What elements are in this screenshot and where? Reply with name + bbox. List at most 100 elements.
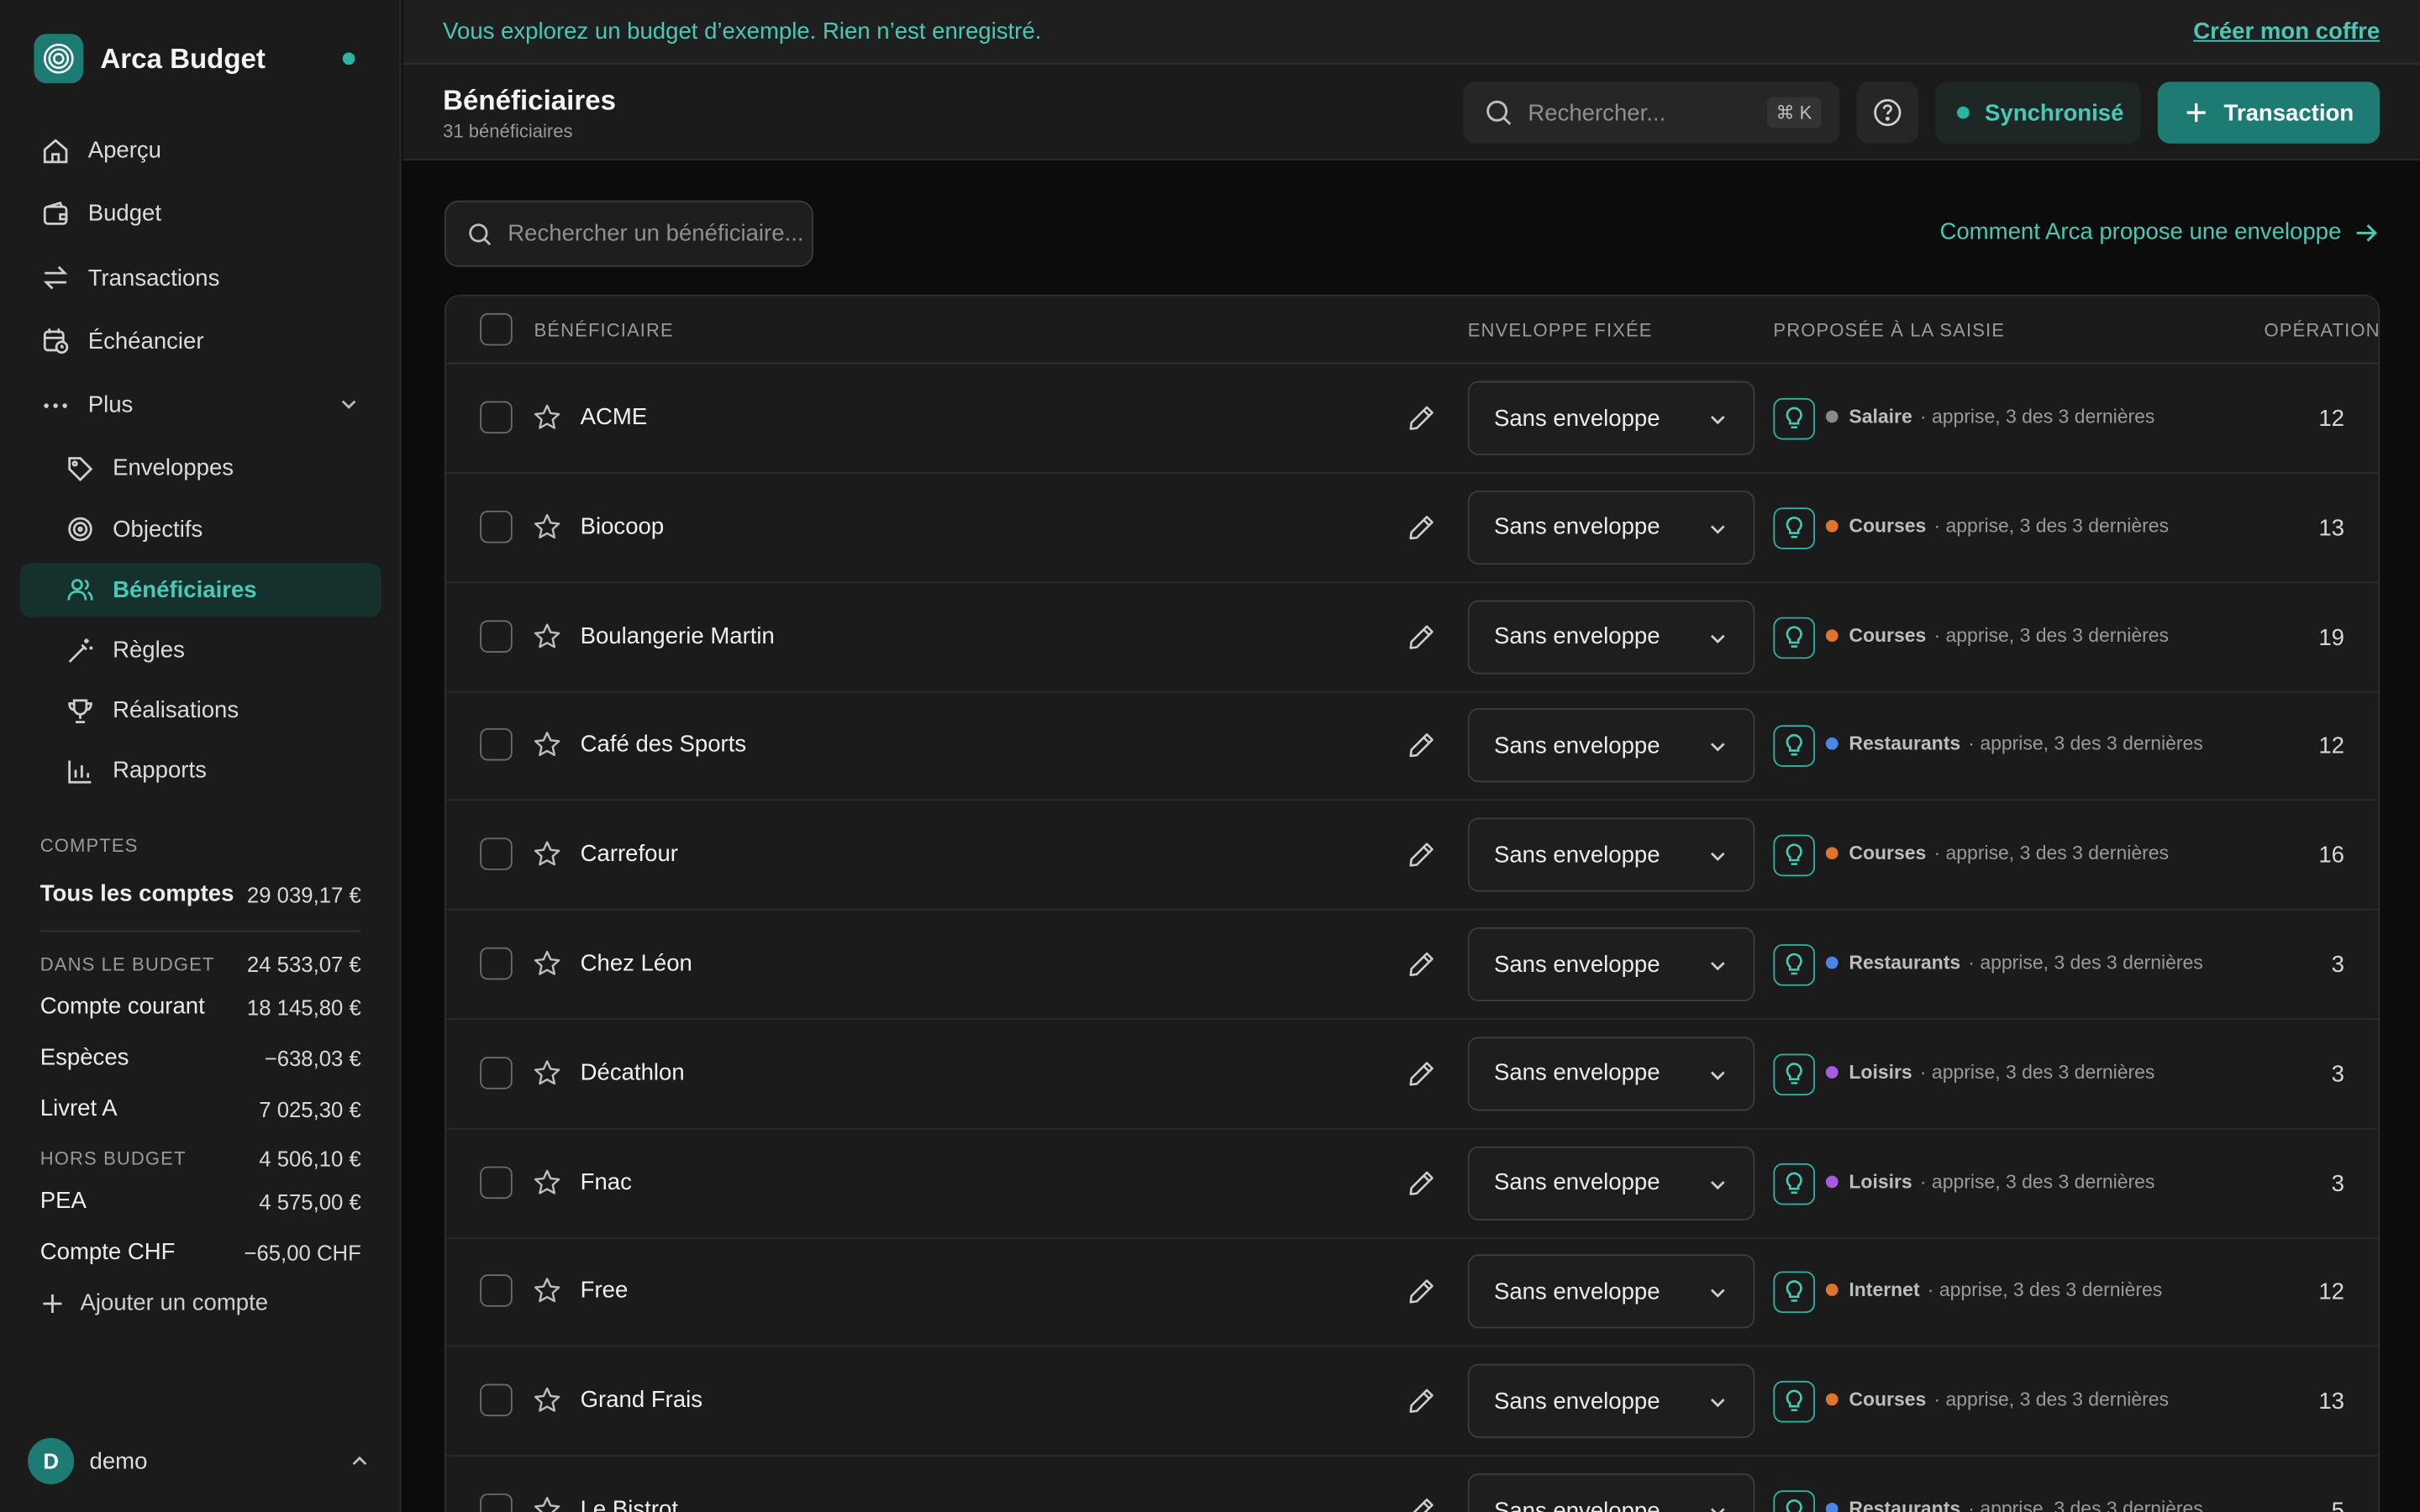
- pencil-icon[interactable]: [1406, 1168, 1437, 1199]
- lightbulb-icon[interactable]: [1773, 616, 1816, 659]
- row-checkbox[interactable]: [480, 510, 513, 543]
- table-row[interactable]: Free Sans enveloppe Internet · apprise, 3 d…: [445, 1238, 2379, 1348]
- pencil-icon[interactable]: [1406, 1277, 1437, 1308]
- star-icon[interactable]: [533, 1168, 562, 1197]
- star-icon[interactable]: [533, 730, 562, 759]
- row-checkbox[interactable]: [480, 1056, 513, 1089]
- envelope-select[interactable]: Sans enveloppe: [1467, 708, 1755, 783]
- row-checkbox[interactable]: [480, 728, 513, 762]
- envelope-select[interactable]: Sans enveloppe: [1467, 599, 1755, 674]
- lightbulb-icon[interactable]: [1773, 397, 1816, 440]
- table-row[interactable]: Biocoop Sans enveloppe Courses · apprise, 3…: [445, 474, 2379, 583]
- column-header-payee[interactable]: BÉNÉFICIAIRE: [534, 319, 674, 341]
- account-compte-chf[interactable]: Compte CHF −65,00 CHF: [40, 1239, 361, 1265]
- sidebar-item-regles[interactable]: Règles: [20, 623, 381, 677]
- pencil-icon[interactable]: [1406, 402, 1437, 433]
- row-checkbox[interactable]: [480, 837, 513, 871]
- row-checkbox[interactable]: [480, 619, 513, 653]
- row-checkbox[interactable]: [480, 1165, 513, 1199]
- add-transaction-button[interactable]: Transaction: [2157, 81, 2381, 144]
- lightbulb-icon[interactable]: [1773, 1053, 1816, 1095]
- table-row[interactable]: Le Bistrot Sans enveloppe Restaurants · app…: [446, 1457, 2379, 1512]
- lightbulb-icon[interactable]: [1773, 507, 1816, 549]
- envelope-select[interactable]: Sans enveloppe: [1467, 927, 1755, 1002]
- account-all[interactable]: Tous les comptes 29 039,17 €: [40, 881, 361, 907]
- table-row[interactable]: Grand Frais Sans enveloppe Courses · appris…: [445, 1347, 2379, 1457]
- star-icon[interactable]: [533, 1495, 562, 1512]
- select-all-checkbox[interactable]: [480, 312, 513, 346]
- account-pea[interactable]: PEA 4 575,00 €: [40, 1188, 361, 1214]
- star-icon[interactable]: [533, 1277, 562, 1306]
- sync-status-button[interactable]: Synchronisé: [1935, 81, 2141, 144]
- sidebar-item-realisations[interactable]: Réalisations: [20, 684, 381, 738]
- sidebar-item-enveloppes[interactable]: Enveloppes: [20, 442, 381, 496]
- account-livret-a[interactable]: Livret A 7 025,30 €: [40, 1095, 361, 1121]
- brand[interactable]: Arca Budget: [34, 34, 370, 84]
- sidebar-item-apercu[interactable]: Aperçu: [20, 123, 381, 177]
- row-checkbox[interactable]: [480, 1493, 513, 1512]
- sidebar-item-label: Échéancier: [87, 328, 204, 355]
- envelope-select[interactable]: Sans enveloppe: [1467, 1473, 1755, 1512]
- pencil-icon[interactable]: [1406, 730, 1437, 761]
- star-icon[interactable]: [533, 621, 562, 650]
- table-row[interactable]: Décathlon Sans enveloppe Loisirs · apprise,…: [445, 1020, 2379, 1130]
- row-checkbox[interactable]: [480, 1383, 513, 1417]
- column-header-operations[interactable]: OPÉRATIONS: [2264, 319, 2378, 341]
- global-search-input[interactable]: Rechercher... ⌘ K: [1463, 81, 1840, 144]
- sidebar-item-rapports[interactable]: Rapports: [20, 744, 381, 798]
- lightbulb-icon[interactable]: [1773, 725, 1816, 768]
- row-checkbox[interactable]: [480, 1274, 513, 1308]
- star-icon[interactable]: [533, 402, 562, 432]
- star-icon[interactable]: [533, 949, 562, 979]
- pencil-icon[interactable]: [1406, 512, 1437, 543]
- sidebar-item-echeancier[interactable]: Échéancier: [20, 314, 381, 368]
- help-button[interactable]: [1856, 81, 1919, 144]
- pencil-icon[interactable]: [1406, 621, 1437, 652]
- sidebar-item-objectifs[interactable]: Objectifs: [20, 502, 381, 556]
- pencil-icon[interactable]: [1406, 840, 1437, 871]
- star-icon[interactable]: [533, 840, 562, 869]
- table-row[interactable]: Café des Sports Sans enveloppe Restaurants…: [445, 692, 2379, 801]
- envelope-select[interactable]: Sans enveloppe: [1467, 1254, 1755, 1330]
- payee-search-input[interactable]: Rechercher un bénéficiaire...: [444, 200, 813, 267]
- lightbulb-icon[interactable]: [1773, 1381, 1816, 1423]
- pencil-icon[interactable]: [1406, 1495, 1437, 1512]
- sidebar-item-beneficiaires[interactable]: Bénéficiaires: [19, 563, 381, 617]
- table-row[interactable]: Carrefour Sans enveloppe Courses · apprise,…: [445, 801, 2379, 911]
- table-row[interactable]: ACME Sans enveloppe Salaire · apprise, 3 de…: [445, 364, 2379, 474]
- star-icon[interactable]: [533, 1058, 562, 1088]
- sidebar-item-transactions[interactable]: Transactions: [20, 251, 381, 305]
- pencil-icon[interactable]: [1406, 949, 1437, 980]
- star-icon[interactable]: [533, 512, 562, 541]
- sidebar-item-budget[interactable]: Budget: [20, 187, 381, 241]
- table-row[interactable]: Chez Léon Sans enveloppe Restaurants · appr…: [445, 911, 2379, 1021]
- row-checkbox[interactable]: [480, 947, 513, 980]
- envelope-select[interactable]: Sans enveloppe: [1467, 817, 1755, 892]
- lightbulb-icon[interactable]: [1773, 1163, 1816, 1205]
- pencil-icon[interactable]: [1406, 1386, 1437, 1417]
- envelope-select[interactable]: Sans enveloppe: [1467, 490, 1755, 564]
- column-header-suggested[interactable]: PROPOSÉE À LA SAISIE: [1773, 319, 2005, 341]
- account-especes[interactable]: Espèces −638,03 €: [40, 1044, 361, 1070]
- envelope-select[interactable]: Sans enveloppe: [1467, 1145, 1755, 1221]
- envelope-select[interactable]: Sans enveloppe: [1467, 1036, 1755, 1111]
- envelope-select-value: Sans enveloppe: [1493, 842, 1660, 869]
- star-icon[interactable]: [533, 1386, 562, 1415]
- row-checkbox[interactable]: [480, 401, 513, 434]
- user-menu[interactable]: D demo: [28, 1437, 373, 1484]
- column-header-fixed-envelope[interactable]: ENVELOPPE FIXÉE: [1468, 319, 1653, 341]
- envelope-help-link[interactable]: Comment Arca propose une enveloppe: [1939, 219, 2378, 245]
- table-row[interactable]: Boulangerie Martin Sans enveloppe Courses ·…: [445, 583, 2379, 692]
- lightbulb-icon[interactable]: [1773, 1272, 1816, 1314]
- account-compte-courant[interactable]: Compte courant 18 145,80 €: [40, 994, 361, 1020]
- table-row[interactable]: Fnac Sans enveloppe Loisirs · apprise, 3 de…: [445, 1129, 2379, 1239]
- sidebar-item-plus[interactable]: Plus: [20, 378, 381, 432]
- envelope-select[interactable]: Sans enveloppe: [1467, 1364, 1755, 1439]
- add-account-button[interactable]: Ajouter un compte: [40, 1290, 268, 1316]
- create-vault-link[interactable]: Créer mon coffre: [2193, 18, 2380, 45]
- lightbulb-icon[interactable]: [1773, 1490, 1816, 1512]
- lightbulb-icon[interactable]: [1773, 835, 1816, 877]
- lightbulb-icon[interactable]: [1773, 944, 1816, 986]
- pencil-icon[interactable]: [1406, 1058, 1437, 1089]
- envelope-select[interactable]: Sans enveloppe: [1467, 381, 1755, 455]
